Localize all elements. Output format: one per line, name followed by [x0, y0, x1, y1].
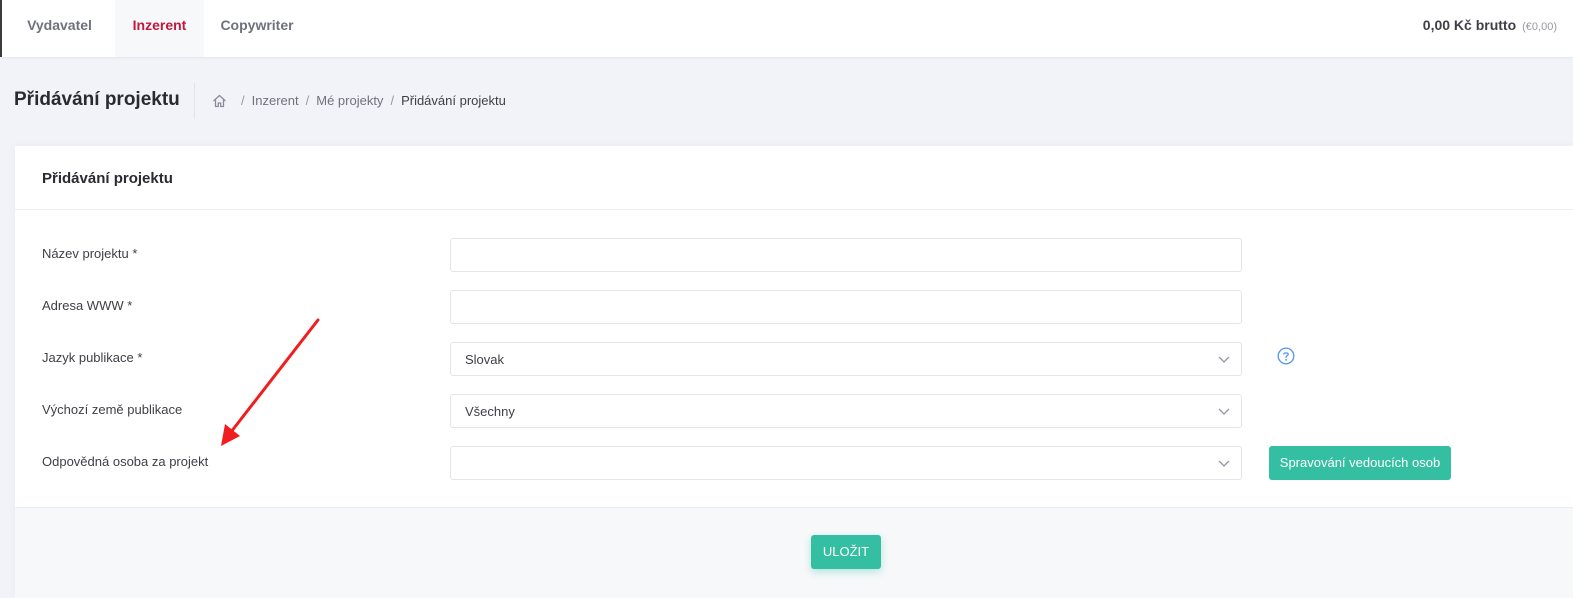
breadcrumb-current: Přidávání projektu [401, 93, 506, 108]
account-balance[interactable]: 0,00 Kč brutto (€0,00) [1423, 17, 1557, 33]
card-header: Přidávání projektu [15, 146, 1573, 210]
website-url-label: Adresa WWW * [42, 298, 133, 313]
top-navigation: Vydavatel Inzerent Copywriter 0,00 Kč br… [0, 0, 1573, 57]
project-name-input[interactable] [450, 238, 1242, 272]
default-country-value: Všechny [465, 404, 515, 419]
breadcrumb: / Inzerent / Mé projekty / Přidávání pro… [212, 93, 506, 108]
publication-language-label: Jazyk publikace * [42, 350, 143, 365]
balance-eur: (€0,00) [1522, 21, 1557, 33]
page-title: Přidávání projektu [14, 89, 180, 110]
title-divider [194, 83, 195, 119]
responsible-person-label: Odpovědná osoba za projekt [42, 454, 209, 469]
home-icon[interactable] [212, 94, 227, 108]
tab-inzerent[interactable]: Inzerent [115, 0, 204, 57]
default-country-label: Výchozí země publikace [42, 402, 183, 417]
chevron-down-icon [1218, 460, 1230, 467]
manage-responsible-persons-button[interactable]: Spravování vedoucích osob [1269, 446, 1451, 480]
breadcrumb-separator: / [390, 93, 395, 108]
chevron-down-icon [1218, 408, 1230, 415]
balance-czk: 0,00 Kč brutto [1422, 17, 1517, 33]
publication-language-select[interactable]: Slovak [450, 342, 1242, 376]
publication-language-value: Slovak [465, 352, 505, 367]
breadcrumb-separator: / [305, 93, 310, 108]
responsible-person-select[interactable] [450, 446, 1242, 480]
breadcrumb-inzerent[interactable]: Inzerent [252, 93, 299, 108]
breadcrumb-me-projekty[interactable]: Mé projekty [316, 93, 383, 108]
card-title: Přidávání projektu [42, 170, 173, 187]
breadcrumb-separator: / [241, 93, 245, 108]
website-url-input[interactable] [450, 290, 1242, 324]
card-footer [15, 507, 1573, 598]
default-country-select[interactable]: Všechny [450, 394, 1242, 428]
tab-vydavatel[interactable]: Vydavatel [4, 0, 115, 57]
help-icon[interactable] [1277, 347, 1295, 365]
tab-copywriter[interactable]: Copywriter [204, 0, 310, 57]
project-name-label: Název projektu * [42, 246, 138, 261]
chevron-down-icon [1218, 356, 1230, 363]
save-button[interactable]: ULOŽIT [811, 535, 881, 569]
add-project-card: Přidávání projektu Název projektu * Adre… [15, 146, 1573, 598]
